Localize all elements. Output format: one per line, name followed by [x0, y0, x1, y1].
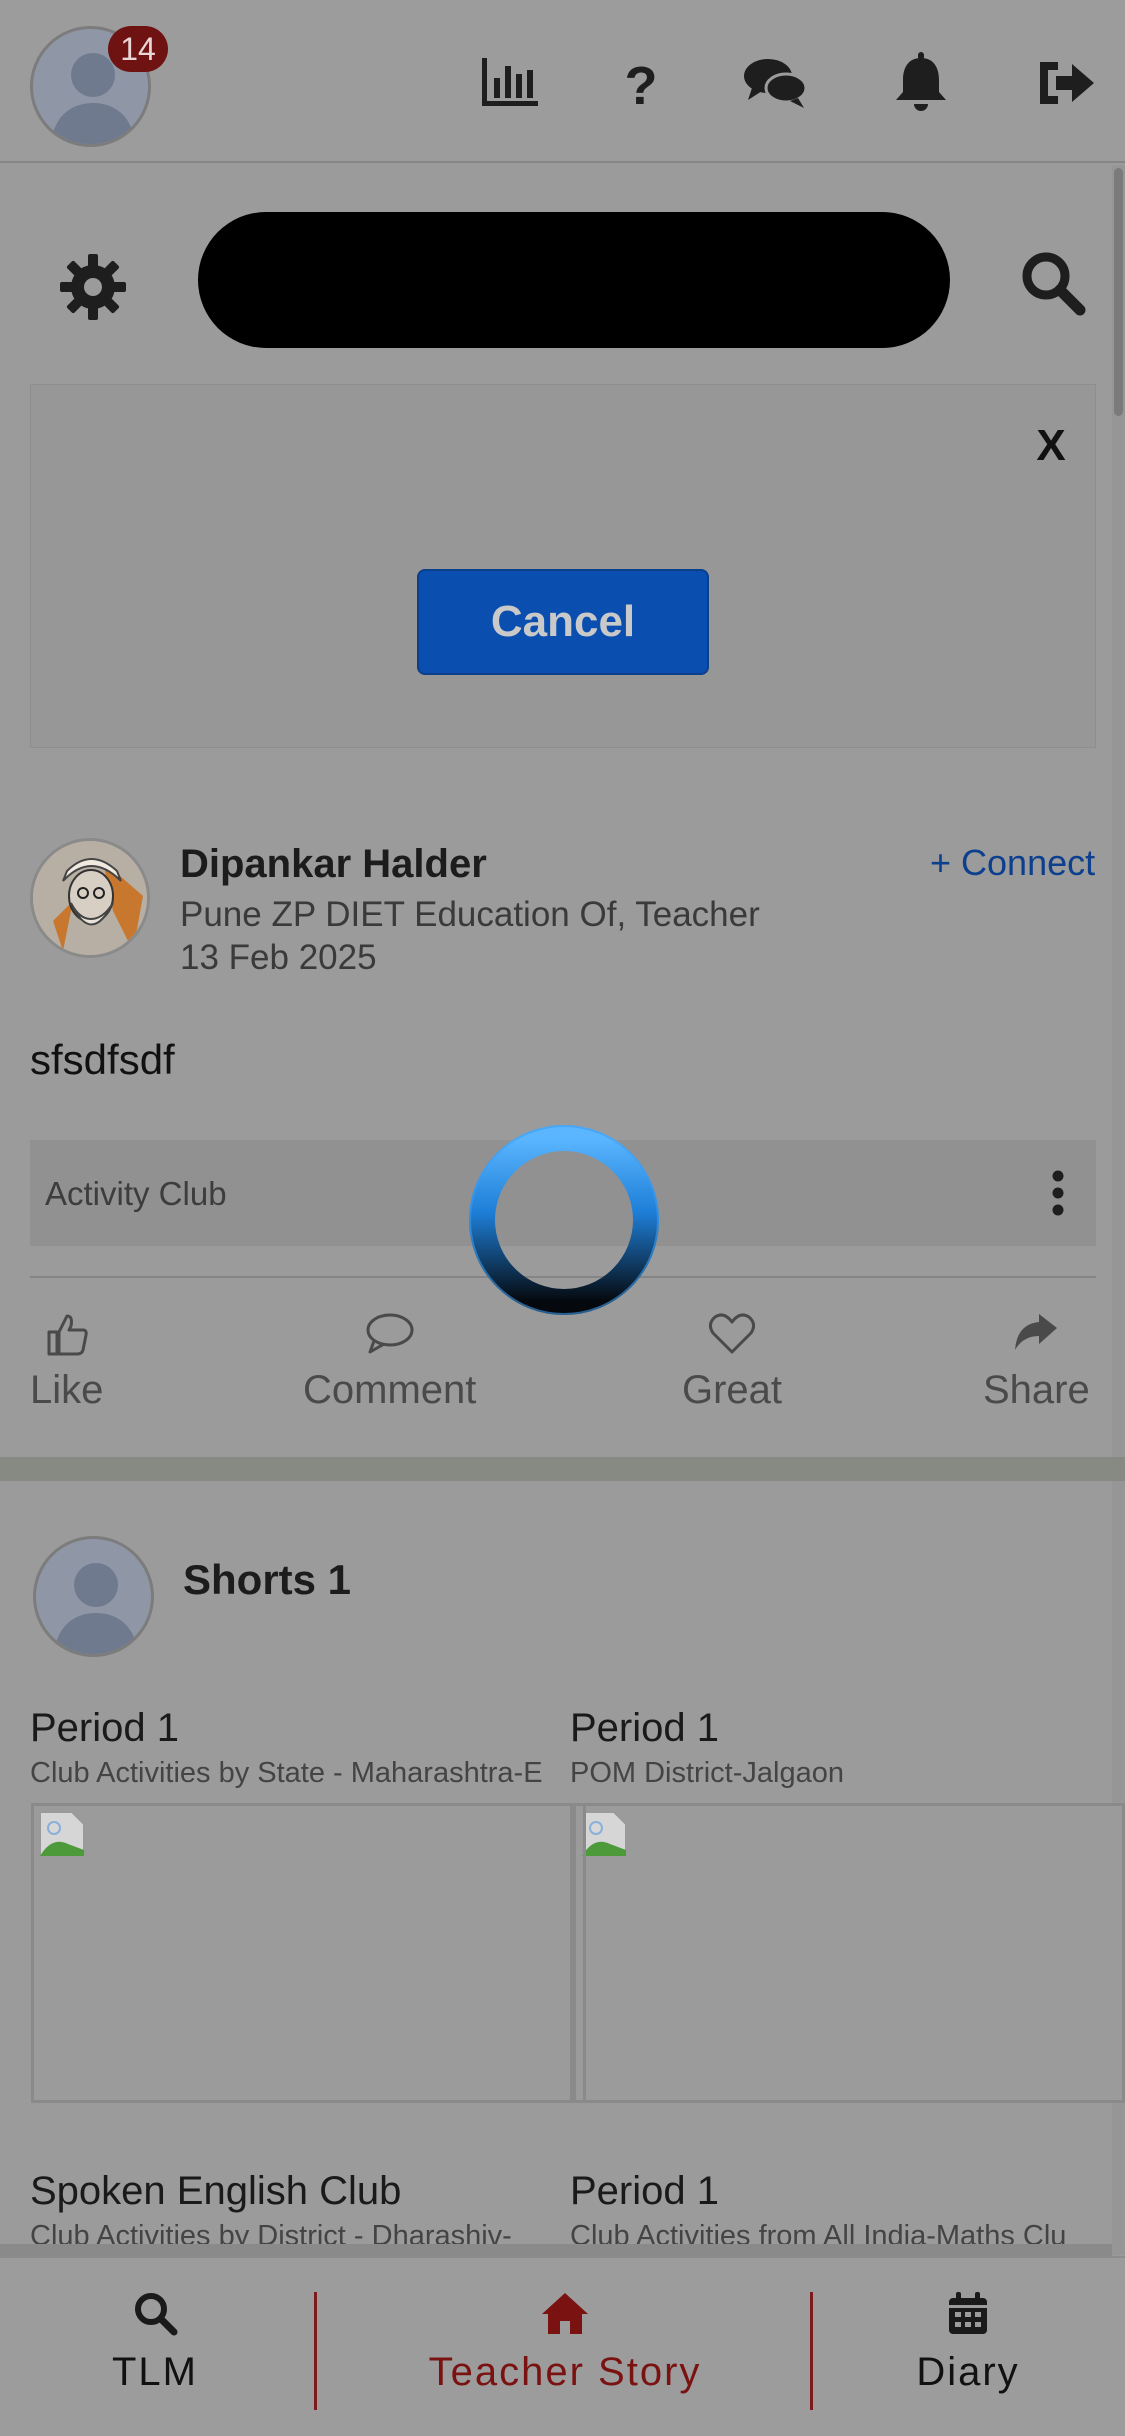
bell-icon[interactable] [886, 48, 956, 118]
chat-icon[interactable] [740, 48, 810, 118]
share-label: Share [983, 1368, 1090, 1412]
thumbnail-divider [583, 1806, 586, 2100]
comment-label: Comment [303, 1368, 477, 1412]
short-video-thumbnail[interactable] [573, 1803, 1125, 2103]
like-label: Like [30, 1368, 104, 1412]
top-bar [0, 0, 1125, 163]
broken-image-icon [581, 1811, 627, 1857]
nav-teacher-story-label: Teacher Story [428, 2350, 702, 2394]
club-label: Activity Club [45, 1175, 227, 1212]
svg-text:?: ? [625, 56, 658, 116]
post-text: sfsdfsdf [30, 1036, 175, 1083]
close-panel-button[interactable]: X [1016, 418, 1086, 474]
nav-diary-label: Diary [916, 2350, 1020, 2394]
search-icon [135, 2293, 178, 2336]
connect-link[interactable]: + Connect [930, 842, 1095, 884]
nav-teacher-story[interactable]: Teacher Story [400, 2290, 730, 2395]
broken-image-icon [39, 1811, 85, 1857]
thumbs-up-icon [47, 1314, 88, 1356]
section-separator [0, 1457, 1125, 1481]
short-card-subtitle: POM District-Jalgaon [570, 1757, 844, 1789]
cancel-button[interactable]: Cancel [417, 569, 709, 675]
calendar-icon [949, 2292, 987, 2334]
short-card-title[interactable]: Spoken English Club [30, 2169, 401, 2214]
comment-icon [366, 1313, 414, 1354]
stats-icon[interactable] [474, 48, 544, 118]
shorts-title: Shorts 1 [183, 1556, 352, 1603]
post-date: 13 Feb 2025 [180, 938, 377, 977]
bottom-nav-shadow [0, 2244, 1112, 2256]
share-icon [1015, 1314, 1058, 1350]
comment-button[interactable]: Comment [303, 1310, 476, 1413]
upload-panel [30, 384, 1096, 748]
like-button[interactable]: Like [30, 1310, 103, 1413]
help-icon[interactable]: ? [606, 48, 676, 118]
notification-count-badge: 14 [108, 26, 168, 72]
share-button[interactable]: Share [983, 1310, 1090, 1413]
nav-separator [314, 2292, 317, 2410]
more-options-icon[interactable] [1040, 1168, 1076, 1218]
short-card-title[interactable]: Period 1 [570, 2169, 719, 2214]
author-role: Pune ZP DIET Education Of, Teacher [180, 895, 760, 934]
nav-separator [810, 2292, 813, 2410]
short-card-title[interactable]: Period 1 [570, 1706, 719, 1751]
shorts-avatar [33, 1536, 154, 1657]
author-avatar[interactable] [30, 838, 150, 958]
short-video-thumbnail[interactable] [31, 1803, 573, 2103]
search-input[interactable] [198, 212, 950, 348]
nav-diary[interactable]: Diary [893, 2290, 1043, 2395]
settings-gear-icon[interactable] [58, 252, 128, 322]
short-card-subtitle: Club Activities by State - Maharashtra-E [30, 1757, 543, 1789]
home-icon [542, 2293, 588, 2334]
nav-tlm-label: TLM [112, 2350, 198, 2394]
loading-spinner-icon [466, 1122, 662, 1318]
search-icon[interactable] [1018, 248, 1086, 316]
logout-icon[interactable] [1032, 48, 1102, 118]
nav-tlm[interactable]: TLM [90, 2290, 220, 2395]
author-name[interactable]: Dipankar Halder [180, 842, 487, 887]
scrollbar-thumb[interactable] [1114, 168, 1123, 416]
great-button[interactable]: Great [682, 1310, 782, 1413]
short-card-title[interactable]: Period 1 [30, 1706, 179, 1751]
great-label: Great [682, 1368, 783, 1412]
heart-icon [708, 1313, 756, 1354]
